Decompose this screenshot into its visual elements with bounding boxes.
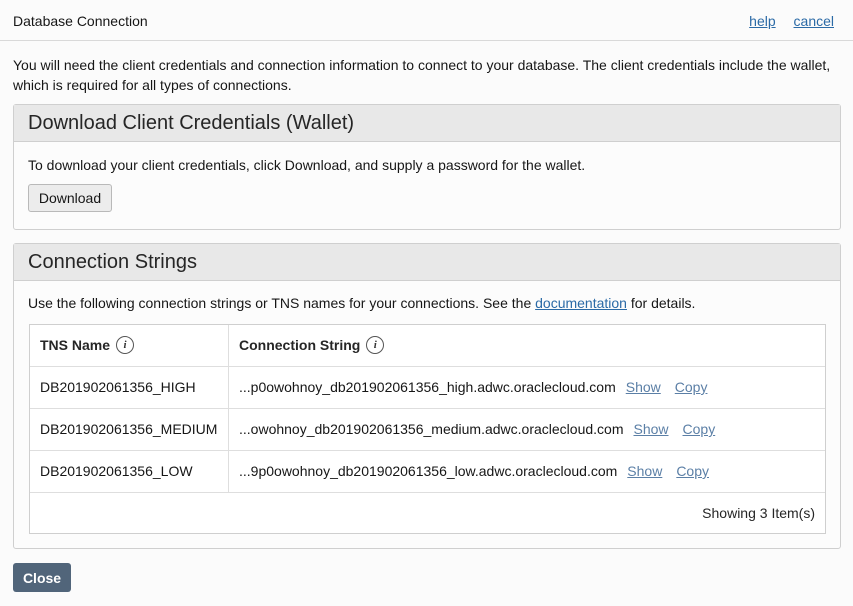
column-divider: [228, 325, 229, 366]
table-row: DB201902061356_LOW ...9p0owohnoy_db20190…: [30, 451, 825, 493]
wallet-description: To download your client credentials, cli…: [28, 157, 586, 173]
table-row: DB201902061356_MEDIUM ...owohnoy_db20190…: [30, 409, 825, 451]
connection-description-end: for details.: [626, 295, 696, 311]
download-button[interactable]: Download: [28, 184, 112, 212]
intro-text: You will need the client credentials and…: [13, 57, 831, 93]
connection-string-cell: ...p0owohnoy_db201902061356_high.adwc.or…: [239, 367, 819, 408]
tns-name-cell: DB201902061356_HIGH: [40, 379, 196, 395]
table-header-row: TNS Name i Connection String i: [30, 325, 825, 367]
documentation-link[interactable]: documentation: [535, 295, 627, 311]
column-divider: [228, 367, 229, 408]
connection-strings-heading: Connection Strings: [14, 244, 840, 281]
connection-table: TNS Name i Connection String i DB201902061…: [29, 324, 826, 534]
connection-string-value: ...p0owohnoy_db201902061356_high.adwc.or…: [239, 379, 616, 395]
column-header-tns-name-label: TNS Name: [40, 337, 111, 353]
dialog-title: Database Connection: [13, 13, 148, 29]
column-header-connection-string-label: Connection String: [239, 337, 361, 353]
column-divider: [228, 451, 229, 492]
connection-description-start: Use the following connection strings or …: [28, 295, 536, 311]
info-icon[interactable]: i: [366, 336, 385, 355]
connection-description: Use the following connection strings or …: [28, 295, 695, 311]
tns-name-cell: DB201902061356_MEDIUM: [40, 421, 218, 437]
cancel-link[interactable]: cancel: [794, 13, 834, 29]
column-header-tns-name: TNS Name i: [40, 325, 228, 366]
copy-link[interactable]: Copy: [683, 421, 716, 437]
connection-string-cell: ...9p0owohnoy_db201902061356_low.adwc.or…: [239, 451, 819, 492]
header-links: help cancel: [735, 13, 834, 29]
copy-link[interactable]: Copy: [676, 463, 709, 479]
show-link[interactable]: Show: [627, 463, 662, 479]
show-link[interactable]: Show: [626, 379, 661, 395]
show-link[interactable]: Show: [633, 421, 668, 437]
tns-name-cell: DB201902061356_LOW: [40, 463, 193, 479]
connection-string-cell: ...owohnoy_db201902061356_medium.adwc.or…: [239, 409, 819, 450]
column-header-connection-string: Connection String i: [239, 325, 819, 366]
connection-string-value: ...owohnoy_db201902061356_medium.adwc.or…: [239, 421, 624, 437]
wallet-panel: Download Client Credentials (Wallet) To …: [13, 104, 841, 230]
wallet-panel-heading: Download Client Credentials (Wallet): [14, 105, 840, 142]
table-row: DB201902061356_HIGH ...p0owohnoy_db20190…: [30, 367, 825, 409]
connection-string-value: ...9p0owohnoy_db201902061356_low.adwc.or…: [239, 463, 618, 479]
help-link[interactable]: help: [749, 13, 775, 29]
copy-link[interactable]: Copy: [675, 379, 708, 395]
info-icon[interactable]: i: [116, 336, 135, 355]
close-button[interactable]: Close: [13, 563, 71, 592]
dialog-header: Database Connection help cancel: [0, 0, 853, 41]
connection-strings-panel: Connection Strings Use the following con…: [13, 243, 841, 549]
column-divider: [228, 409, 229, 450]
item-count: Showing 3 Item(s): [702, 505, 815, 521]
